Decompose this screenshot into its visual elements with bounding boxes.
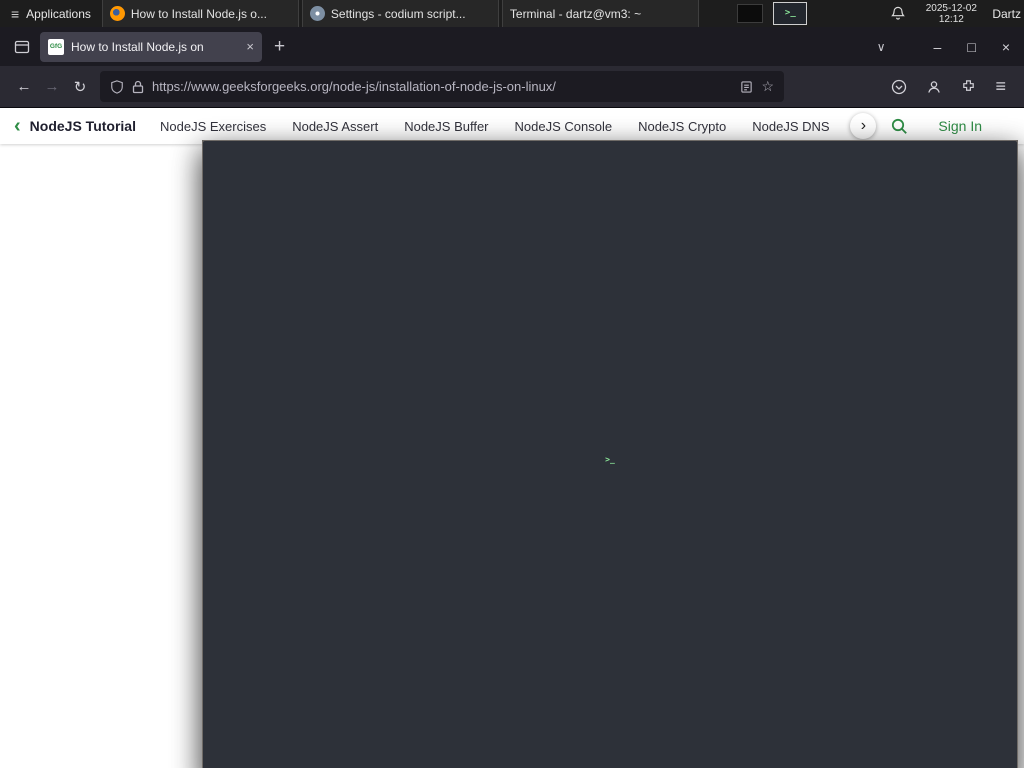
applications-icon: ≡ [11, 5, 20, 22]
site-favicon-icon: GfG [48, 38, 64, 55]
site-nav-item[interactable]: NodeJS DNS [752, 119, 829, 134]
tray-terminal-icon[interactable]: >_ [773, 2, 808, 25]
toolbar-right-icons: ≡ [891, 76, 1014, 97]
settings-icon [309, 6, 325, 21]
panel-user-label[interactable]: Dartz [992, 7, 1021, 21]
clock-date: 2025-12-02 [925, 2, 977, 14]
clock-time: 12:12 [938, 13, 964, 25]
lock-icon[interactable] [132, 80, 144, 94]
panel-window-button-settings[interactable]: Settings - codium script... [301, 0, 499, 27]
panel-clock[interactable]: 2025-12-02 12:12 [919, 3, 983, 25]
tray-icon-box[interactable] [737, 4, 764, 23]
browser-tab[interactable]: GfG How to Install Node.js on × [40, 31, 262, 62]
url-text[interactable]: https://www.geeksforgeeks.org/node-js/in… [152, 79, 732, 94]
site-nav-item[interactable]: NodeJS Console [515, 119, 613, 134]
search-icon[interactable] [890, 117, 908, 135]
site-nav-items: NodeJS Exercises NodeJS Assert NodeJS Buff… [160, 119, 848, 134]
list-all-tabs-icon[interactable]: ∨ [877, 40, 886, 54]
sign-in-button[interactable]: Sign In [938, 118, 982, 134]
reload-button[interactable]: ↻ [66, 78, 94, 96]
browser-tab-bar: GfG How to Install Node.js on × + ∨ – □ … [0, 27, 1024, 66]
bookmark-star-icon[interactable]: ☆ [761, 78, 774, 95]
notification-bell-icon[interactable] [891, 6, 906, 21]
pocket-icon[interactable] [891, 79, 907, 95]
menu-hamburger-icon[interactable]: ≡ [995, 76, 1006, 97]
panel-window-buttons: How to Install Node.js o... Settings - co… [101, 0, 1018, 768]
window-maximize-button[interactable]: □ [967, 39, 975, 55]
browser-toolbar: ← → ↻ https://www.geeksforgeeks.org/node… [0, 66, 1024, 108]
firefox-view-icon[interactable] [14, 39, 30, 55]
window-minimize-button[interactable]: – [934, 39, 942, 55]
reader-mode-icon[interactable] [740, 80, 753, 94]
panel-window-title: Terminal - dartz@vm3: ~ [509, 6, 642, 21]
tutorial-title[interactable]: NodeJS Tutorial [30, 118, 136, 134]
site-nav-header: ‹ NodeJS Tutorial NodeJS Exercises NodeJS… [0, 108, 1024, 144]
terminal-glyph-icon: >_ [784, 8, 796, 18]
window-close-button[interactable]: × [1002, 39, 1010, 55]
account-icon[interactable] [926, 79, 942, 95]
panel-window-title: Settings - codium script... [330, 6, 466, 21]
back-button[interactable]: ← [10, 78, 38, 95]
tab-title: How to Install Node.js on [71, 39, 204, 54]
desktop: ≡ Applications How to Install Node.js o.… [0, 0, 1024, 768]
site-nav-item[interactable]: NodeJS Exercises [160, 119, 266, 134]
panel-window-button-terminal[interactable]: >_ Terminal - dartz@vm3: ~ [202, 0, 1018, 768]
applications-label: Applications [26, 6, 91, 21]
site-nav-item[interactable]: NodeJS Assert [292, 119, 378, 134]
firefox-icon [109, 6, 125, 21]
window-controls: – □ × [934, 39, 1010, 55]
panel-window-title: How to Install Node.js o... [130, 6, 267, 21]
top-panel: ≡ Applications How to Install Node.js o.… [0, 0, 1024, 768]
nav-next-chevron-button[interactable]: › [850, 113, 877, 139]
site-nav-item[interactable]: NodeJS Buffer [404, 119, 488, 134]
url-bar[interactable]: https://www.geeksforgeeks.org/node-js/in… [100, 71, 784, 102]
panel-window-button-firefox[interactable]: How to Install Node.js o... [101, 0, 299, 27]
extensions-icon[interactable] [961, 79, 976, 94]
tracking-shield-icon[interactable] [110, 79, 124, 95]
new-tab-button[interactable]: + [274, 36, 285, 58]
tab-close-icon[interactable]: × [246, 39, 254, 54]
applications-menu-button[interactable]: ≡ Applications [0, 0, 102, 27]
site-nav-item[interactable]: NodeJS Crypto [638, 119, 726, 134]
nav-back-chevron-icon[interactable]: ‹ [14, 116, 21, 136]
forward-button[interactable]: → [38, 78, 66, 95]
